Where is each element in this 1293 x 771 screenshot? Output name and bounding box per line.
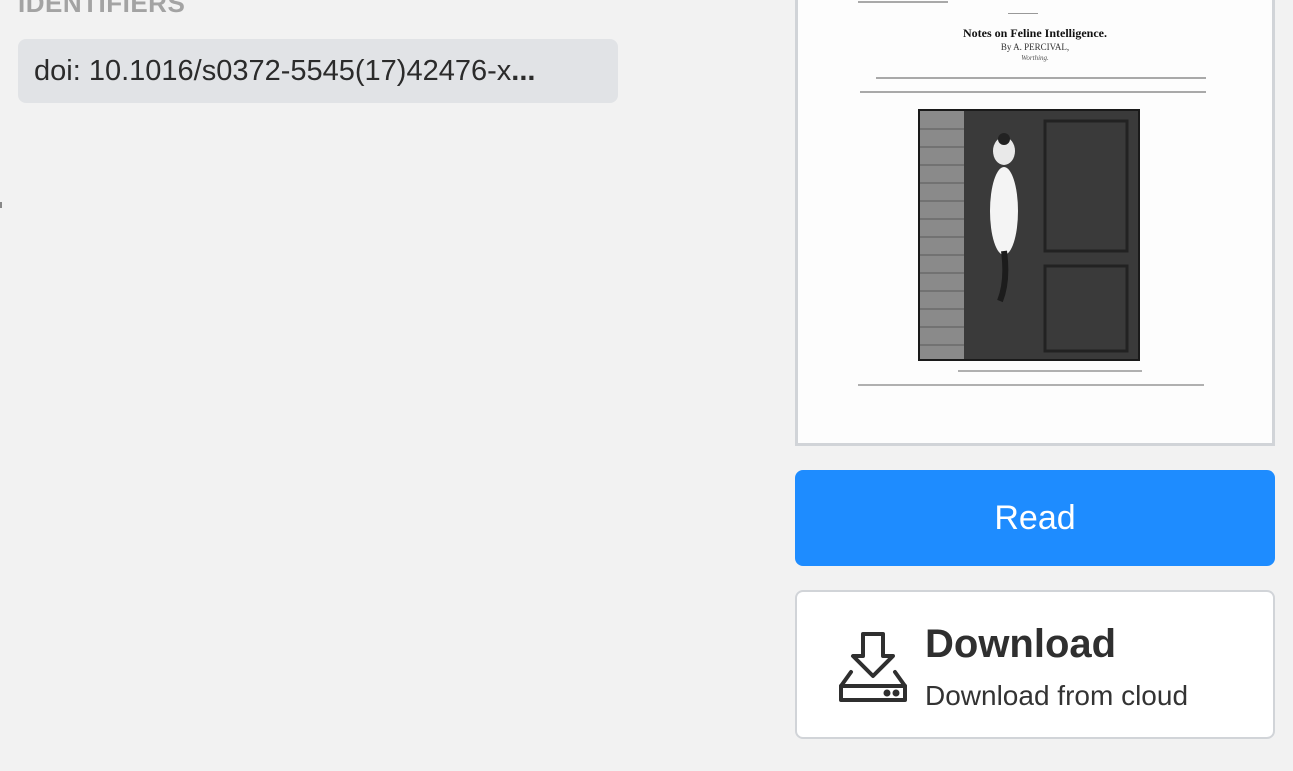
cover-article-place: Worthing.	[1021, 54, 1049, 62]
doi-ellipsis: ...	[511, 54, 536, 87]
cover-article-byline: By A. PERCIVAL,	[1000, 42, 1070, 52]
cover-text-line	[860, 91, 1206, 93]
identifiers-heading: IDENTIFIERS	[18, 0, 186, 18]
edge-mark	[0, 202, 2, 208]
download-from-cloud-button[interactable]: Download Download from cloud	[795, 590, 1275, 739]
cat-photo-illustration	[920, 111, 1138, 359]
cover-rule	[1008, 13, 1038, 14]
cover-caption-line	[958, 370, 1142, 372]
read-button[interactable]: Read	[795, 470, 1275, 566]
cover-caption-line	[858, 384, 1204, 386]
book-cover-preview[interactable]: Notes on Feline Intelligence. By A. PERC…	[795, 0, 1275, 446]
cover-article-title: Notes on Feline Intelligence.	[963, 26, 1107, 40]
download-title: Download	[925, 622, 1117, 666]
cover-text-line	[858, 1, 948, 3]
cover-photo	[918, 109, 1140, 361]
cover-text-line	[876, 77, 1206, 79]
download-tray-icon	[837, 628, 909, 704]
download-subtitle: Download from cloud	[925, 680, 1189, 711]
doi-identifier-chip[interactable]: doi: 10.1016/s0372-5545(17)42476-x...	[18, 39, 618, 103]
doi-text: doi: 10.1016/s0372-5545(17)42476-x	[34, 54, 512, 87]
